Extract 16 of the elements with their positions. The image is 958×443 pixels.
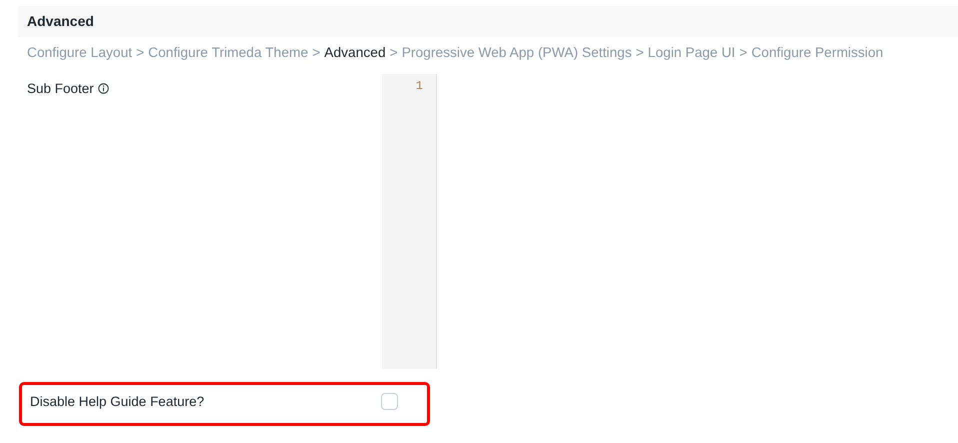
breadcrumb-separator: > xyxy=(636,44,644,62)
line-number: 1 xyxy=(414,78,423,95)
section-title: Advanced xyxy=(27,12,94,31)
breadcrumb-separator: > xyxy=(312,44,320,62)
breadcrumb-link[interactable]: Configure Layout xyxy=(27,43,132,64)
breadcrumb-link[interactable]: Configure Permission xyxy=(751,43,884,64)
breadcrumb-link[interactable]: Progressive Web App (PWA) Settings xyxy=(402,43,632,64)
breadcrumb-link[interactable]: Login Page UI xyxy=(648,43,736,64)
breadcrumb-link[interactable]: Advanced xyxy=(324,43,386,64)
breadcrumb-separator: > xyxy=(390,44,398,62)
breadcrumb-separator: > xyxy=(136,44,144,62)
breadcrumb-link[interactable]: Configure Trimeda Theme xyxy=(148,43,308,64)
field-label: Sub Footer xyxy=(27,80,94,98)
breadcrumb-separator: > xyxy=(739,44,748,62)
field-label: Disable Help Guide Feature? xyxy=(30,392,204,411)
checkbox[interactable] xyxy=(381,393,398,410)
